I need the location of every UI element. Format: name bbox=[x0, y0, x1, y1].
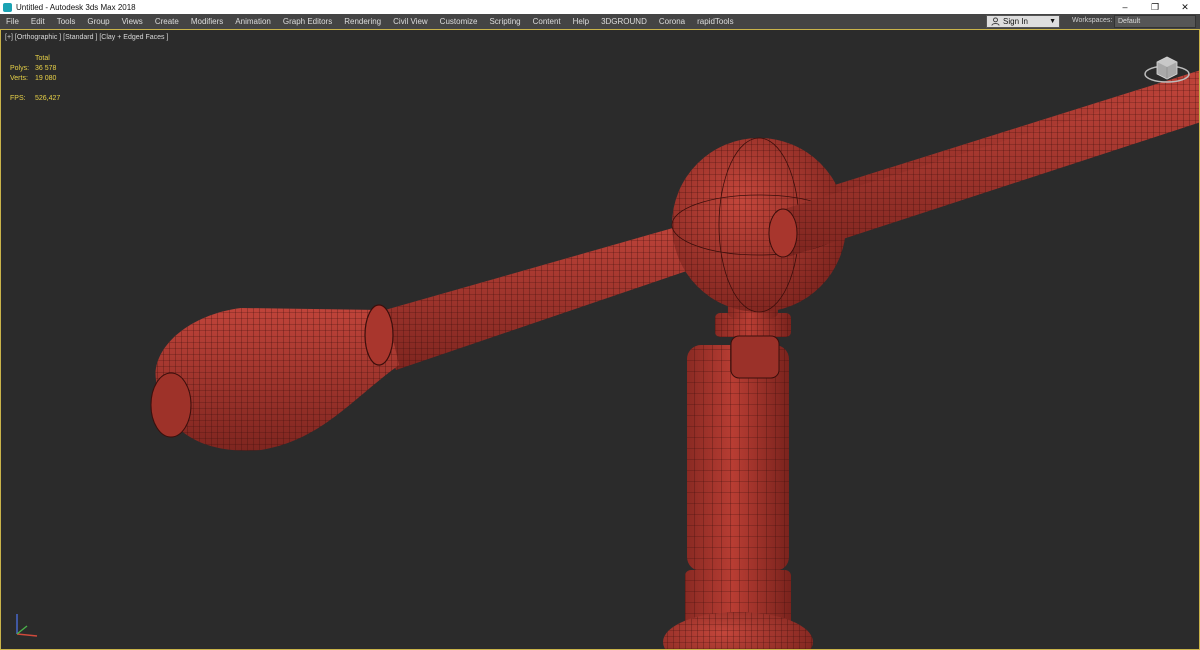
user-icon bbox=[991, 17, 1000, 26]
column-mesh bbox=[663, 288, 813, 649]
menu-corona[interactable]: Corona bbox=[653, 17, 691, 26]
verts-label: Verts: bbox=[10, 75, 28, 82]
statistics-overlay: Total Polys: 36 578 Verts: 19 080 FPS: 526,… bbox=[10, 54, 60, 104]
close-button[interactable]: ✕ bbox=[1170, 0, 1200, 14]
restore-button[interactable]: ❐ bbox=[1140, 0, 1170, 14]
left-rod-mesh bbox=[150, 220, 713, 451]
stats-header: Total bbox=[35, 55, 50, 62]
right-rod-front-mesh bbox=[768, 80, 1199, 258]
chevron-down-icon: ▼ bbox=[1049, 18, 1056, 25]
menu-tools[interactable]: Tools bbox=[51, 17, 82, 26]
menu-rapidtools[interactable]: rapidTools bbox=[691, 17, 739, 26]
fps-value: 526,427 bbox=[35, 95, 61, 102]
menu-views[interactable]: Views bbox=[116, 17, 149, 26]
polys-value: 36 578 bbox=[35, 65, 57, 72]
title-bar: Untitled - Autodesk 3ds Max 2018 – ❐ ✕ bbox=[0, 0, 1200, 14]
workspace-select[interactable]: Default bbox=[1114, 15, 1196, 28]
workspaces-label: Workspaces: bbox=[1072, 17, 1113, 24]
menu-customize[interactable]: Customize bbox=[434, 17, 484, 26]
menu-help[interactable]: Help bbox=[567, 17, 595, 26]
minimize-button[interactable]: – bbox=[1110, 0, 1140, 14]
verts-value: 19 080 bbox=[35, 75, 57, 82]
app-icon bbox=[3, 2, 12, 12]
3d-model-render bbox=[150, 70, 1199, 649]
menu-create[interactable]: Create bbox=[149, 17, 185, 26]
menu-3dground[interactable]: 3DGROUND bbox=[595, 17, 653, 26]
window-controls: – ❐ ✕ bbox=[1110, 0, 1200, 14]
viewport-perspective[interactable]: [+] [Orthographic ] [Standard ] [Clay + … bbox=[0, 29, 1200, 650]
menu-content[interactable]: Content bbox=[527, 17, 567, 26]
menu-graph-editors[interactable]: Graph Editors bbox=[277, 17, 338, 26]
menu-modifiers[interactable]: Modifiers bbox=[185, 17, 229, 26]
polys-label: Polys: bbox=[10, 65, 30, 72]
fps-label: FPS: bbox=[10, 95, 26, 102]
menu-animation[interactable]: Animation bbox=[229, 17, 277, 26]
viewport-label[interactable]: [+] [Orthographic ] [Standard ] [Clay + … bbox=[5, 34, 168, 41]
sign-in-dropdown[interactable]: Sign In ▼ bbox=[986, 15, 1060, 28]
axis-gizmo-icon bbox=[16, 614, 38, 637]
menu-scripting[interactable]: Scripting bbox=[483, 17, 526, 26]
menu-edit[interactable]: Edit bbox=[25, 17, 51, 26]
menu-civil-view[interactable]: Civil View bbox=[387, 17, 434, 26]
menu-bar: File Edit Tools Group Views Create Modif… bbox=[0, 14, 1200, 29]
viewcube-icon[interactable] bbox=[1139, 48, 1191, 88]
sign-in-label: Sign In bbox=[1003, 17, 1028, 26]
window-title: Untitled - Autodesk 3ds Max 2018 bbox=[16, 2, 136, 12]
menu-file[interactable]: File bbox=[0, 17, 25, 26]
menu-rendering[interactable]: Rendering bbox=[338, 17, 387, 26]
menu-group[interactable]: Group bbox=[81, 17, 115, 26]
